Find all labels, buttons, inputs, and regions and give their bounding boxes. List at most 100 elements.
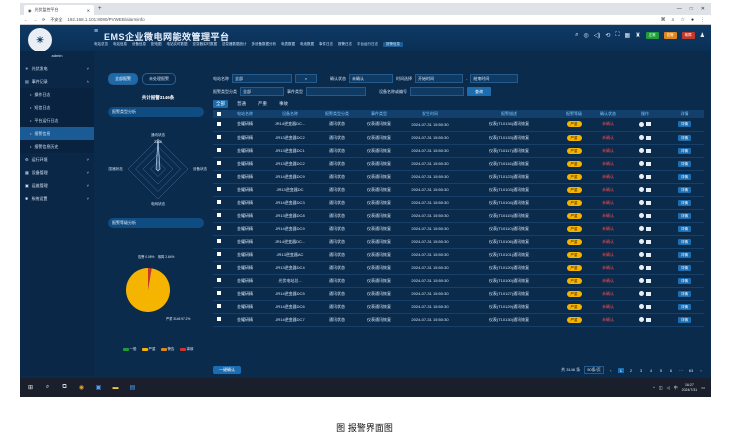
start-menu-icon[interactable]: ⊞	[26, 383, 35, 392]
sidebar-subitem[interactable]: • 短信日志	[20, 101, 94, 114]
sidebar-item[interactable]: ▤ 事件记录 ˄	[20, 75, 94, 88]
sidebar-item[interactable]: ⚙ 运行环境 ˅	[20, 153, 94, 166]
detail-button[interactable]: 详情	[678, 251, 691, 258]
confirm-icon[interactable]	[639, 226, 644, 232]
start-time-field[interactable]: 开始时间	[415, 74, 463, 83]
row-checkbox[interactable]	[217, 148, 221, 152]
close-window-button[interactable]: ✕	[701, 6, 705, 12]
row-checkbox[interactable]	[217, 187, 221, 191]
nav-item[interactable]: 电表数据	[281, 42, 295, 47]
tab-unhandled-alarms[interactable]: 未处理报警	[142, 73, 176, 85]
nav-item[interactable]: 多设备数据分析	[252, 42, 277, 47]
confirm-icon[interactable]	[639, 135, 644, 141]
message-icon[interactable]	[646, 317, 651, 322]
notification-icon[interactable]: ♜	[635, 32, 640, 39]
security-warning[interactable]: 不安全	[50, 17, 62, 23]
station-search-icon[interactable]: ⌕	[295, 74, 317, 83]
row-checkbox[interactable]	[217, 121, 221, 126]
grid-icon[interactable]: ▦	[625, 32, 631, 39]
zoom-icon[interactable]: ⌕	[672, 17, 675, 23]
page-item[interactable]: ‹	[608, 368, 614, 373]
page-item[interactable]: 6	[668, 368, 674, 373]
row-checkbox[interactable]	[217, 304, 221, 308]
level-tab[interactable]: 全部	[213, 100, 228, 108]
legend-item[interactable]: 事故	[179, 347, 194, 352]
forward-icon[interactable]: →	[33, 17, 37, 22]
browser-menu-icon[interactable]: ⋮	[700, 17, 705, 23]
menu-toggle-icon[interactable]: ≡	[94, 28, 98, 35]
task-view-icon[interactable]: ⧉	[60, 383, 69, 392]
nav-item[interactable]: 事件日志	[319, 42, 333, 47]
page-item[interactable]: ···	[678, 368, 684, 373]
search-icon[interactable]: ⌕	[575, 32, 578, 39]
nav-item[interactable]: 逆变器实时数据	[193, 42, 218, 47]
terminal-icon[interactable]: ▤	[128, 383, 137, 392]
detail-button[interactable]: 详情	[678, 186, 691, 193]
new-tab-button[interactable]: +	[98, 6, 102, 12]
confirm-icon[interactable]	[639, 213, 644, 219]
row-checkbox[interactable]	[217, 226, 221, 230]
confirm-icon[interactable]	[639, 148, 644, 154]
sidebar-subitem[interactable]: • 平台运行日志	[20, 114, 94, 127]
message-icon[interactable]	[646, 174, 651, 179]
row-checkbox[interactable]	[217, 161, 221, 165]
expand-icon[interactable]: ⛶	[615, 32, 619, 39]
row-checkbox[interactable]	[217, 291, 221, 295]
sidebar-item[interactable]: ✱ 系统设置 ˅	[20, 192, 94, 205]
input-method-icon[interactable]: 中	[674, 385, 678, 391]
alarm-category-select[interactable]: 全部	[240, 87, 284, 96]
sidebar-subitem[interactable]: • 操作日志	[20, 88, 94, 101]
page-item[interactable]: ›	[698, 368, 704, 373]
confirm-icon[interactable]	[639, 187, 644, 193]
detail-button[interactable]: 详情	[678, 212, 691, 219]
row-checkbox[interactable]	[217, 174, 221, 178]
query-button[interactable]: 查询	[467, 87, 491, 96]
refresh-icon[interactable]: ⟲	[605, 32, 610, 39]
detail-button[interactable]: 详情	[678, 160, 691, 167]
close-tab-icon[interactable]: ✕	[87, 8, 90, 13]
end-time-field[interactable]: 结束时间	[470, 74, 519, 83]
message-icon[interactable]	[646, 161, 651, 166]
level-tab[interactable]: 普通	[234, 100, 249, 108]
confirm-icon[interactable]	[639, 174, 644, 180]
detail-button[interactable]: 详情	[678, 121, 691, 128]
search-icon[interactable]: ⌕	[43, 383, 52, 392]
message-icon[interactable]	[646, 304, 651, 309]
row-checkbox[interactable]	[217, 213, 221, 217]
sidebar-subitem[interactable]: • 报警信息历史	[20, 140, 94, 153]
page-item[interactable]: 63	[688, 368, 694, 373]
url-field[interactable]: 192.168.1.101:8090/PVWEB/alarminfo	[67, 17, 144, 22]
level-tab[interactable]: 严重	[255, 100, 270, 108]
detail-button[interactable]: 详情	[678, 290, 691, 297]
status-badge-warning[interactable]: 告警	[663, 32, 677, 39]
confirm-icon[interactable]	[639, 239, 644, 245]
detail-button[interactable]: 详情	[678, 199, 691, 206]
event-type-select[interactable]	[306, 87, 366, 96]
detail-button[interactable]: 详情	[678, 238, 691, 245]
confirm-icon[interactable]	[639, 252, 644, 258]
nav-item[interactable]: 报警日志	[338, 42, 352, 47]
status-badge-normal[interactable]: 正常	[645, 32, 659, 39]
batch-confirm-button[interactable]: 一键确认	[213, 366, 241, 374]
device-id-field[interactable]	[410, 87, 464, 96]
row-checkbox[interactable]	[217, 317, 221, 321]
message-icon[interactable]	[646, 213, 651, 218]
sidebar-item[interactable]: ▦ 设备管理 ˅	[20, 166, 94, 179]
page-item[interactable]: 2	[628, 368, 634, 373]
minimize-button[interactable]: —	[677, 6, 682, 12]
message-icon[interactable]	[646, 252, 651, 257]
notification-center-icon[interactable]: ▭	[701, 385, 705, 390]
nav-item[interactable]: 电站总览	[94, 42, 108, 47]
detail-button[interactable]: 详情	[678, 147, 691, 154]
select-all-checkbox[interactable]	[217, 111, 221, 116]
profile-icon[interactable]: ●	[691, 17, 694, 23]
back-icon[interactable]: ←	[24, 17, 28, 22]
nav-item[interactable]: 逆变器数据统计	[222, 42, 247, 47]
message-icon[interactable]	[646, 135, 651, 140]
message-icon[interactable]	[646, 200, 651, 205]
page-size-select[interactable]: 50条/页	[584, 366, 604, 374]
message-icon[interactable]	[646, 278, 651, 283]
reload-icon[interactable]: ⟳	[42, 17, 45, 22]
nav-item[interactable]: 设备信息	[132, 42, 146, 47]
message-icon[interactable]	[646, 122, 651, 127]
